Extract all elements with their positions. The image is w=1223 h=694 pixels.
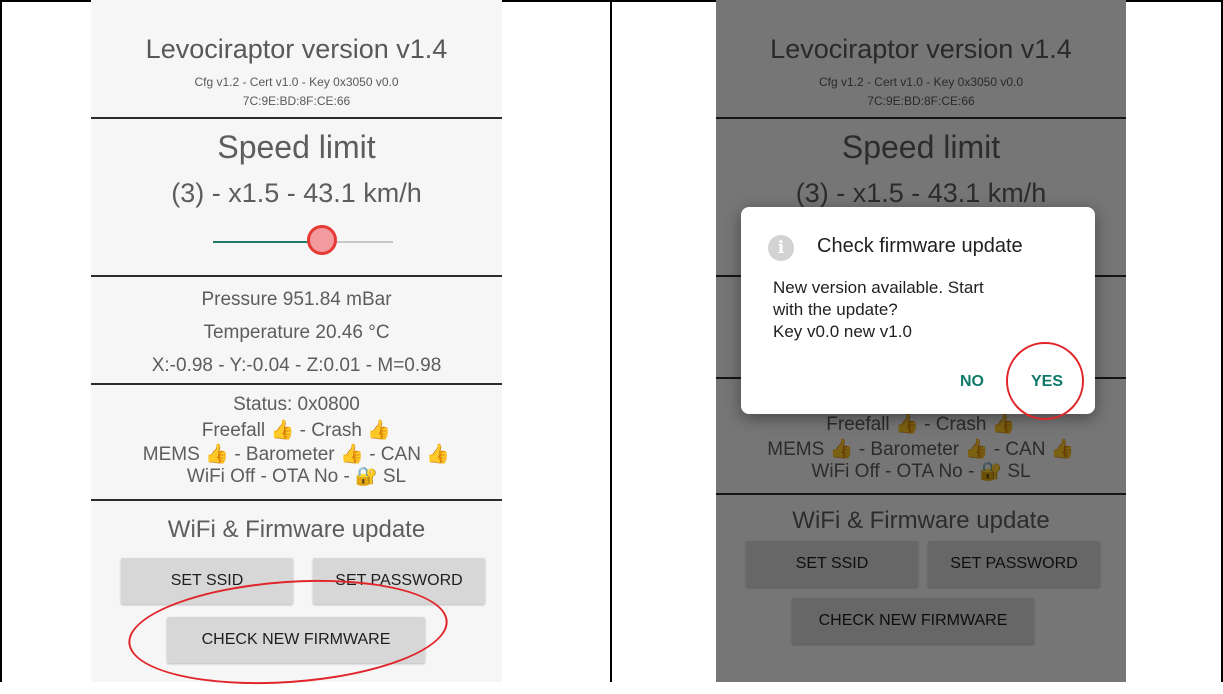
thumbs-up-icon: 👍	[426, 444, 451, 465]
dialog-message-line: Key v0.0 new v1.0	[773, 322, 912, 341]
speed-slider-track-filled[interactable]	[213, 241, 313, 243]
thumbs-up-icon: 👍	[270, 420, 295, 441]
accelerometer-reading: X:-0.98 - Y:-0.04 - Z:0.01 - M=0.98	[151, 355, 442, 376]
speed-limit-value: (3) - x1.5 - 43.1 km/h	[171, 178, 422, 208]
freefall-label: Freefall	[201, 420, 266, 441]
thumbs-up-icon: 👍	[205, 444, 229, 465]
table-middle-border	[610, 0, 612, 682]
dialog-message-line: with the update?	[773, 300, 898, 319]
status-code: Status: 0x0800	[233, 394, 360, 415]
dialog-message-line: New version available. Start	[773, 278, 984, 297]
annotation-circle	[1006, 342, 1084, 420]
app-title: Levociraptor version v1.4	[145, 34, 448, 64]
info-icon: i	[768, 235, 794, 261]
thumbs-up-icon: 👍	[340, 444, 364, 465]
mac-address: 7C:9E:BD:8F:CE:66	[242, 94, 351, 108]
wifi-ota-label: WiFi Off - OTA No -	[186, 466, 350, 487]
no-button[interactable]: NO	[960, 373, 984, 391]
status-row-freefall: Freefall 👍 - Crash 👍	[91, 418, 502, 442]
speed-limit-title: Speed limit	[217, 129, 376, 165]
crash-label: - Crash	[299, 420, 362, 441]
status-row-wifi: WiFi Off - OTA No - 🔐 SL	[91, 466, 502, 488]
barometer-label: - Barometer	[234, 444, 335, 465]
table-left-border	[0, 0, 2, 682]
sl-label: SL	[382, 466, 407, 487]
dialog-message: New version available. Start with the up…	[773, 277, 1073, 343]
status-row-mems: MEMS 👍 - Barometer 👍 - CAN 👍	[91, 442, 502, 466]
divider	[91, 117, 502, 119]
divider	[91, 499, 502, 501]
temperature-reading: Temperature 20.46 °C	[203, 322, 390, 343]
thumbs-up-icon: 👍	[367, 420, 392, 441]
wifi-firmware-title: WiFi & Firmware update	[167, 516, 426, 543]
config-line: Cfg v1.2 - Cert v1.0 - Key 0x3050 v0.0	[194, 75, 399, 89]
divider	[91, 383, 502, 385]
speed-slider-thumb[interactable]	[307, 225, 337, 255]
pressure-reading: Pressure 951.84 mBar	[201, 289, 392, 310]
dialog-title: Check firmware update	[817, 235, 1023, 257]
lock-icon: 🔐	[355, 466, 378, 486]
can-label: - CAN	[369, 444, 421, 465]
mems-label: MEMS	[142, 444, 200, 465]
speed-slider-track[interactable]	[331, 241, 393, 243]
divider	[91, 275, 502, 277]
screenshot-update-dialog: Levociraptor version v1.4 Cfg v1.2 - Cer…	[716, 0, 1126, 682]
